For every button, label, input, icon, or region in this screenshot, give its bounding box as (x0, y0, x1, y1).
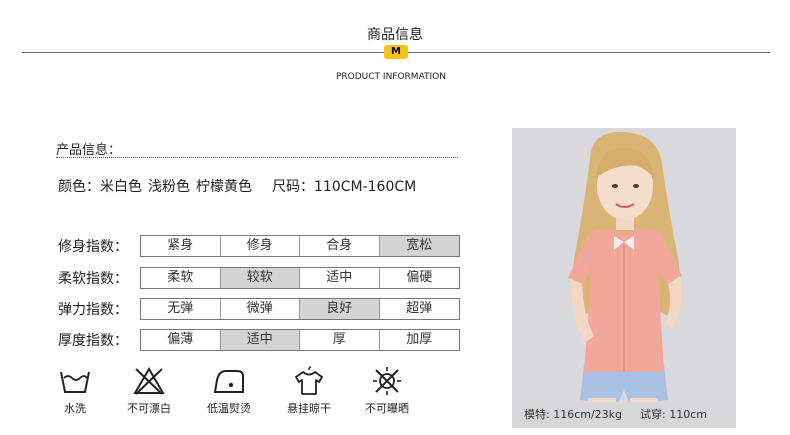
index-row-thickness: 厚度指数： 偏薄 适中 厚 加厚 (58, 328, 460, 352)
index-cell: 良好 (300, 299, 380, 319)
index-label: 弹力指数： (58, 302, 128, 318)
info-heading: 产品信息： (56, 143, 122, 158)
care-label: 不可曝晒 (365, 402, 409, 415)
size-label: 尺码： (272, 179, 314, 195)
index-cell: 适中 (220, 330, 300, 350)
size-range: 110CM-160CM (314, 179, 417, 195)
care-label: 低温熨烫 (207, 402, 251, 415)
spec-line: 颜色：米白色 浅粉色 柠檬黄色 尺码：110CM-160CM (58, 176, 416, 196)
index-scale: 柔软 较软 适中 偏硬 (140, 267, 460, 289)
care-item: 低温熨烫 (194, 366, 264, 416)
index-scale: 紧身 修身 合身 宽松 (140, 235, 460, 257)
model-illustration (568, 131, 682, 428)
model-fit: 试穿: 110cm (640, 408, 707, 421)
index-cell: 厚 (300, 330, 380, 350)
index-row-elasticity: 弹力指数： 无弹 微弹 良好 超弹 (58, 297, 460, 321)
index-scale: 无弹 微弹 良好 超弹 (140, 298, 460, 320)
no-bleach-icon (133, 367, 165, 395)
index-cell: 紧身 (141, 236, 221, 256)
index-label: 柔软指数： (58, 271, 128, 287)
no-sun-dry-icon (373, 367, 401, 395)
index-cell: 超弹 (406, 301, 433, 316)
care-label: 悬挂晾干 (287, 402, 331, 415)
index-row-softness: 柔软指数： 柔软 较软 适中 偏硬 (58, 266, 460, 290)
index-cell: 偏硬 (406, 270, 433, 285)
index-cell: 合身 (300, 236, 380, 256)
index-label: 修身指数： (58, 239, 128, 255)
color-option: 柠檬黄色 (196, 179, 252, 195)
low-iron-icon (213, 370, 244, 393)
index-cell: 无弹 (141, 299, 221, 319)
model-photo (512, 128, 736, 428)
color-option: 浅粉色 (148, 179, 190, 195)
index-row-fit: 修身指数： 紧身 修身 合身 宽松 (58, 234, 460, 258)
color-option: 米白色 (100, 179, 142, 195)
care-item: 水洗 (40, 366, 110, 416)
index-label: 厚度指数： (58, 333, 128, 349)
colors-label: 颜色： (58, 179, 100, 195)
model-caption: 模特: 116cm/23kg 试穿: 110cm (512, 402, 736, 428)
index-cell: 偏薄 (141, 330, 221, 350)
index-cell: 微弹 (221, 299, 300, 319)
index-cell: 柔软 (141, 268, 221, 288)
hang-dry-icon (295, 366, 323, 395)
care-item: 不可漂白 (114, 366, 184, 416)
care-label: 水洗 (64, 402, 86, 415)
section-subtitle: PRODUCT INFORMATION (335, 72, 447, 82)
model-stats: 模特: 116cm/23kg (524, 408, 623, 421)
index-cell: 适中 (300, 268, 380, 288)
index-cell: 修身 (221, 236, 300, 256)
care-label: 不可漂白 (127, 402, 171, 415)
dotted-divider (56, 157, 458, 158)
size-badge: M (384, 45, 408, 59)
index-cell: 加厚 (406, 332, 433, 347)
section-title: 商品信息 (367, 27, 423, 43)
index-cell: 较软 (220, 268, 300, 288)
index-cell: 宽松 (379, 236, 459, 256)
hand-wash-icon (60, 371, 90, 393)
care-item: 悬挂晾干 (274, 366, 344, 416)
index-scale: 偏薄 适中 厚 加厚 (140, 329, 460, 351)
care-item: 不可曝晒 (352, 366, 422, 416)
